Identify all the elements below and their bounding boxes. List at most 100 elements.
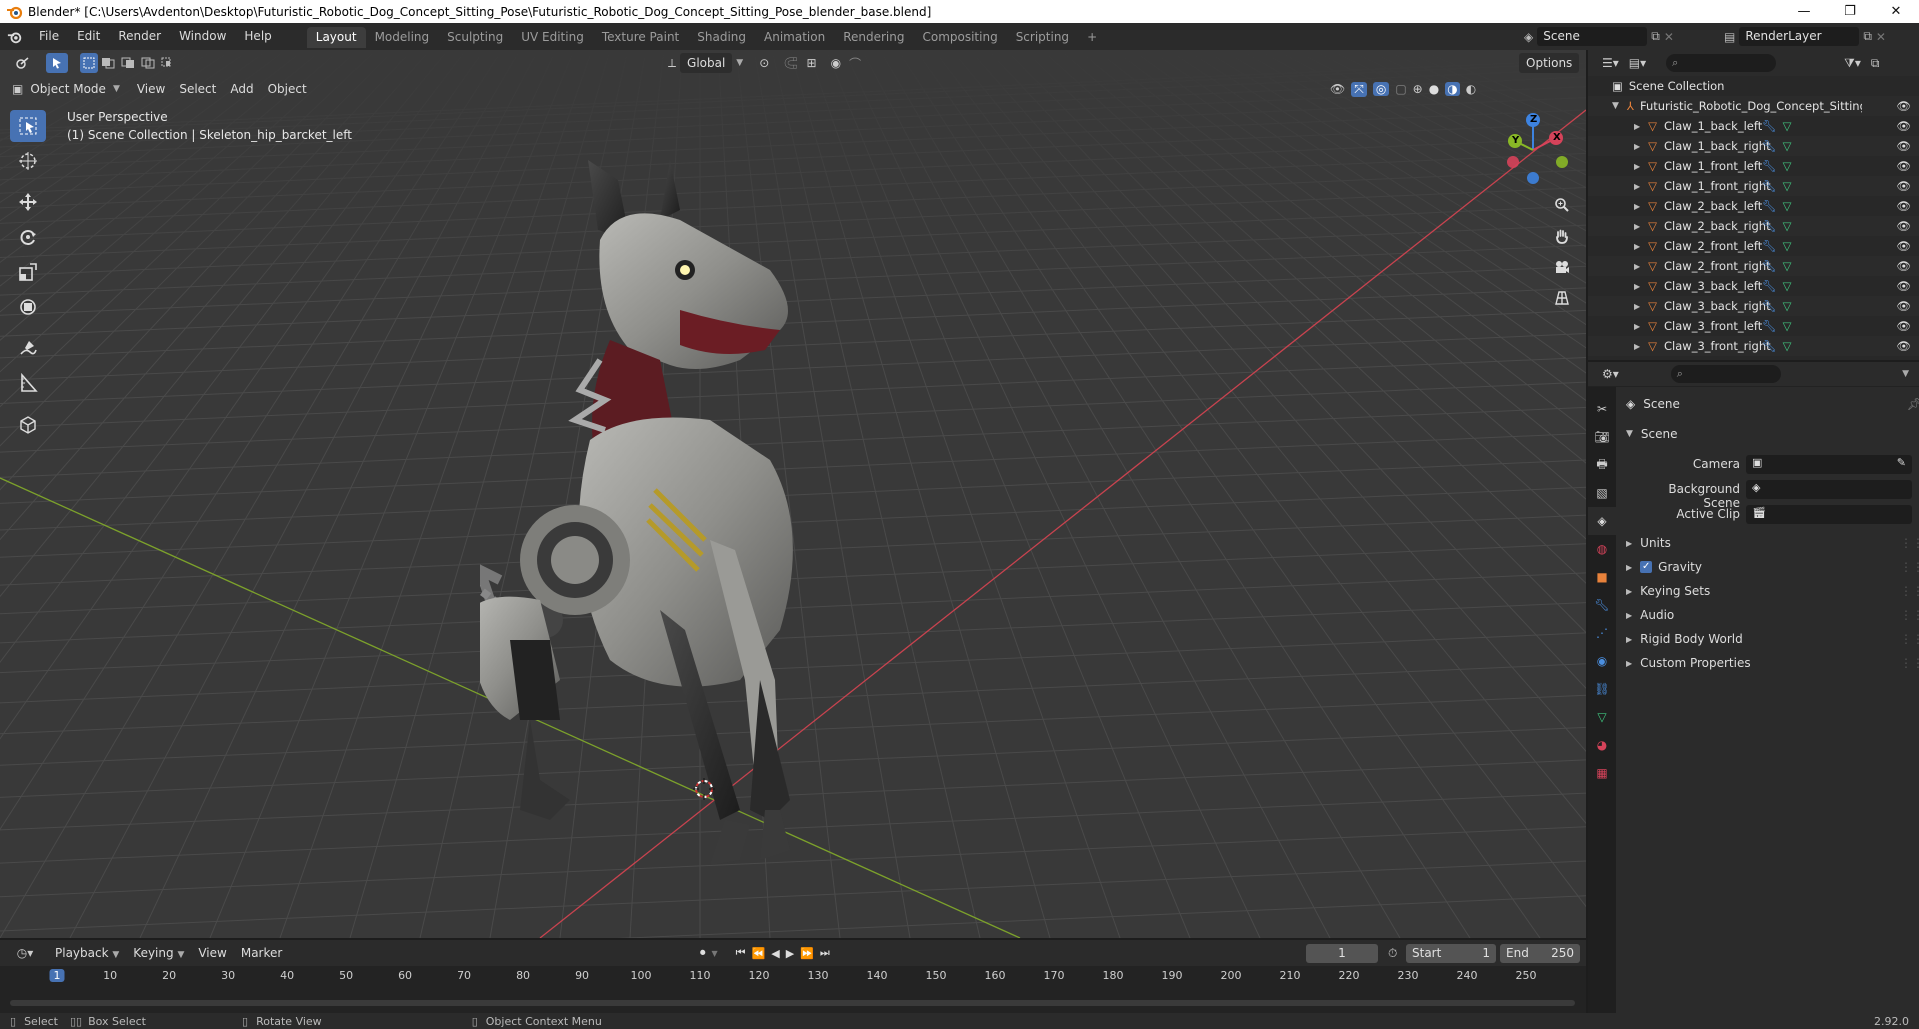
outliner-item[interactable]: ▶ ▽ Claw_3_back_left 🔧︎ ▽ 👁︎ — [1588, 276, 1919, 296]
timeline-menu-playback[interactable]: Playback ▼ — [48, 943, 126, 963]
modifier-tab-icon[interactable]: 🔧︎ — [1588, 591, 1616, 619]
chevron-right-icon[interactable]: ▶ — [1634, 322, 1640, 331]
subpanel-header[interactable]: ▶ Rigid Body World ⋮⋮ — [1626, 628, 1919, 650]
modifier-wrench-icon[interactable]: 🔧︎ — [1762, 339, 1777, 353]
overlays-toggle-icon[interactable]: ◎ — [1372, 82, 1390, 96]
subpanel-header[interactable]: ▶ ✓ Gravity ⋮⋮ — [1626, 556, 1919, 578]
pin-icon[interactable]: 📌︎ — [1907, 397, 1919, 411]
viewport-menu-select[interactable]: Select — [172, 79, 223, 99]
menu-render[interactable]: Render — [109, 23, 170, 50]
tab-scripting[interactable]: Scripting — [1007, 27, 1078, 48]
subpanel-header[interactable]: ▶ Units ⋮⋮ — [1626, 532, 1919, 554]
modifier-wrench-icon[interactable]: 🔧︎ — [1762, 139, 1777, 153]
annotate-tool-icon[interactable] — [10, 332, 46, 364]
close-window-button[interactable]: ✕ — [1873, 0, 1919, 23]
view-layer-selector[interactable]: RenderLayer — [1739, 27, 1860, 46]
maximize-button[interactable]: ❐ — [1827, 0, 1873, 23]
outliner-item[interactable]: ▶ ▽ Claw_2_front_right 🔧︎ ▽ 👁︎ — [1588, 256, 1919, 276]
jump-to-keyframe-forward-icon[interactable]: ⏩ — [800, 947, 814, 960]
tab-modeling[interactable]: Modeling — [366, 27, 439, 48]
remove-view-layer-icon[interactable]: ✕ — [1876, 30, 1886, 44]
mesh-data-icon[interactable]: ▽ — [1783, 199, 1792, 213]
mesh-data-icon[interactable]: ▽ — [1783, 279, 1792, 293]
outliner-item[interactable]: ▶ ▽ Claw_1_front_right 🔧︎ ▽ 👁︎ — [1588, 176, 1919, 196]
modifier-wrench-icon[interactable]: 🔧︎ — [1762, 239, 1777, 253]
chevron-right-icon[interactable]: ▶ — [1634, 182, 1640, 191]
select-subtract-mode-icon[interactable] — [118, 53, 138, 73]
chevron-right-icon[interactable]: ▶ — [1634, 302, 1640, 311]
eye-visibility-icon[interactable]: 👁︎ — [1896, 179, 1911, 193]
pivot-point-icon[interactable]: ⊙ — [759, 56, 769, 70]
outliner-item[interactable]: ▶ ▽ Claw_3_front_left 🔧︎ ▽ 👁︎ — [1588, 316, 1919, 336]
modifier-wrench-icon[interactable]: 🔧︎ — [1762, 299, 1777, 313]
blender-menu-icon[interactable] — [0, 30, 30, 44]
subpanel-header[interactable]: ▶ Custom Properties ⋮⋮ — [1626, 652, 1919, 674]
modifier-wrench-icon[interactable]: 🔧︎ — [1762, 219, 1777, 233]
timeline-menu-marker[interactable]: Marker — [234, 943, 289, 963]
current-frame-field[interactable]: 1 — [1306, 943, 1378, 963]
tab-texture-paint[interactable]: Texture Paint — [593, 27, 688, 48]
modifier-wrench-icon[interactable]: 🔧︎ — [1762, 119, 1777, 133]
mesh-data-icon[interactable]: ▽ — [1783, 319, 1792, 333]
select-new-mode-icon[interactable] — [80, 53, 98, 73]
select-intersect-mode-icon[interactable] — [158, 53, 178, 73]
end-frame-field[interactable]: End 250 — [1500, 943, 1580, 963]
outliner-item[interactable]: ▶ ▽ Claw_1_back_right 🔧︎ ▽ 👁︎ — [1588, 136, 1919, 156]
material-preview-shading-icon[interactable]: ◑ — [1445, 82, 1460, 96]
constraints-tab-icon[interactable]: ⛓︎ — [1588, 675, 1616, 703]
eye-visibility-icon[interactable]: 👁︎ — [1896, 199, 1911, 213]
camera-view-icon[interactable] — [1549, 254, 1575, 280]
add-workspace-button[interactable]: + — [1078, 27, 1106, 48]
object-tab-icon[interactable]: ■ — [1588, 563, 1616, 591]
filter-icon[interactable]: ⧩▾ — [1844, 56, 1861, 71]
world-tab-icon[interactable]: ◍ — [1588, 535, 1616, 563]
chevron-right-icon[interactable]: ▶ — [1634, 342, 1640, 351]
material-tab-icon[interactable]: ◕ — [1588, 731, 1616, 759]
chevron-right-icon[interactable]: ▶ — [1634, 142, 1640, 151]
outliner-item[interactable]: ▶ ▽ Claw_3_back_right 🔧︎ ▽ 👁︎ — [1588, 296, 1919, 316]
select-invert-mode-icon[interactable] — [138, 53, 158, 73]
minimize-button[interactable]: — — [1781, 0, 1827, 23]
chevron-right-icon[interactable]: ▶ — [1634, 202, 1640, 211]
solid-shading-icon[interactable]: ● — [1429, 82, 1439, 96]
jump-to-start-icon[interactable]: ⏮ — [736, 946, 746, 960]
mesh-data-icon[interactable]: ▽ — [1783, 119, 1792, 133]
outliner-item[interactable]: ▶ ▽ Claw_3_front_right 🔧︎ ▽ 👁︎ — [1588, 336, 1919, 356]
menu-help[interactable]: Help — [235, 23, 280, 50]
tool-tab-icon[interactable]: ✂ — [1588, 395, 1616, 423]
chevron-down-icon[interactable]: ▼ — [1612, 101, 1619, 111]
select-box-tool-icon[interactable] — [10, 110, 46, 142]
mesh-data-icon[interactable]: ▽ — [1783, 339, 1792, 353]
falloff-icon[interactable]: ⌒ — [849, 55, 861, 72]
drag-handle-icon[interactable]: ⋮⋮ — [1900, 560, 1919, 574]
outliner-item[interactable]: ▶ ▽ Claw_2_front_left 🔧︎ ▽ 👁︎ — [1588, 236, 1919, 256]
drag-handle-icon[interactable]: ⋮⋮ — [1900, 608, 1919, 622]
timeline-menu-view[interactable]: View — [191, 943, 233, 963]
playhead[interactable]: 1 — [49, 969, 65, 982]
move-tool-icon[interactable] — [10, 186, 46, 218]
subpanel-header[interactable]: ▶ Keying Sets ⋮⋮ — [1626, 580, 1919, 602]
properties-search-input[interactable]: ⌕ — [1670, 365, 1781, 383]
chevron-right-icon[interactable]: ▶ — [1634, 282, 1640, 291]
select-tool-mode-icon[interactable] — [46, 53, 68, 73]
transform-orientation-dropdown[interactable]: Global — [680, 53, 733, 73]
gravity-checkbox[interactable]: ✓ — [1640, 561, 1653, 573]
gizmo-toggle-icon[interactable]: ⤧ — [1351, 81, 1367, 97]
jump-to-end-icon[interactable]: ⏭ — [820, 946, 830, 960]
scale-tool-icon[interactable] — [10, 256, 46, 288]
object-mode-dropdown[interactable]: Object Mode — [23, 79, 113, 99]
toggle-orthographic-grid-icon[interactable] — [1549, 285, 1575, 311]
drag-handle-icon[interactable]: ⋮⋮ — [1900, 632, 1919, 646]
timeline-ruler[interactable]: 1 10 20 30 40 50 60 70 80 90 100 110 120 130 140 150 160… — [0, 966, 1586, 988]
physics-tab-icon[interactable]: ◉ — [1588, 647, 1616, 675]
timeline-editor-type-icon[interactable]: ◷▾ — [10, 943, 40, 963]
select-extend-mode-icon[interactable] — [98, 53, 118, 73]
snap-target-icon[interactable]: ⊞ — [807, 56, 817, 70]
tab-shading[interactable]: Shading — [688, 27, 755, 48]
drag-handle-icon[interactable]: ⋮⋮ — [1900, 584, 1919, 598]
background-scene-field[interactable]: ◈ — [1746, 480, 1912, 499]
new-collection-icon[interactable]: ⧉ — [1871, 56, 1880, 71]
render-tab-icon[interactable]: 📷︎ — [1588, 423, 1616, 451]
chevron-right-icon[interactable]: ▶ — [1634, 162, 1640, 171]
modifier-wrench-icon[interactable]: 🔧︎ — [1762, 319, 1777, 333]
